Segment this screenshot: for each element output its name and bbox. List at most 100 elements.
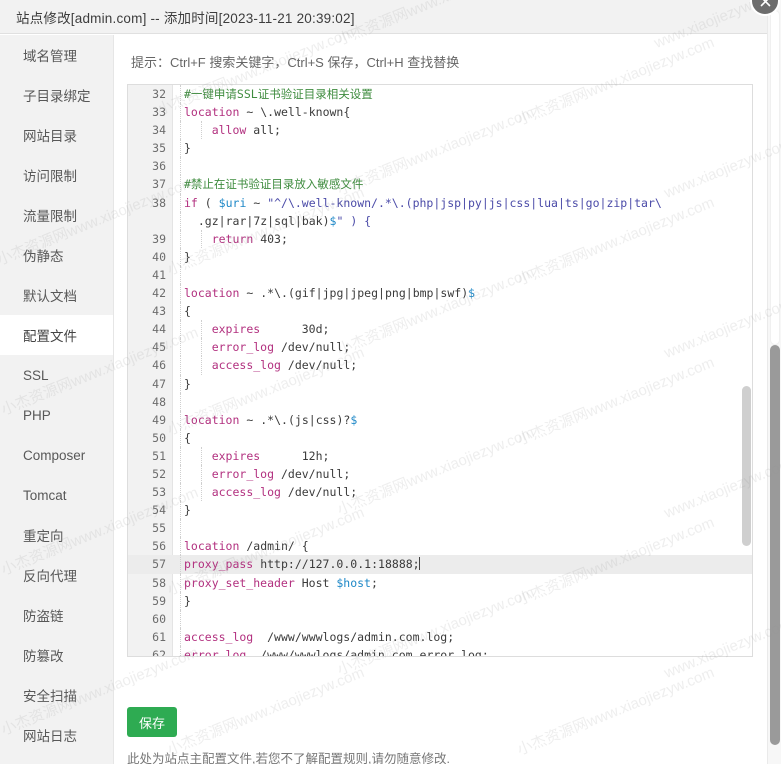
indent-guide xyxy=(180,374,181,393)
code-text: } xyxy=(184,141,191,156)
code-text: } xyxy=(184,593,191,608)
indent-guide xyxy=(180,519,181,538)
code-line[interactable]: 45 error_log /dev/null; xyxy=(128,338,752,357)
sidebar-item-anti-leech[interactable]: 防盗链 xyxy=(0,595,113,635)
sidebar-item-redirect[interactable]: 重定向 xyxy=(0,515,113,555)
indent-guide xyxy=(180,501,181,520)
code-content[interactable]: 32 #一键申请SSL证书验证目录相关设置 33 location ~ \.well-… xyxy=(128,85,752,656)
sidebar-item-rewrite[interactable]: 伪静态 xyxy=(0,235,113,275)
code-line[interactable]: 57 proxy_pass http://127.0.0.1:18888; xyxy=(128,555,752,574)
code-line[interactable]: 54} xyxy=(128,501,752,520)
indent-guide xyxy=(180,247,181,266)
code-line[interactable]: 36 xyxy=(128,157,752,176)
sidebar-item-reverse-proxy[interactable]: 反向代理 xyxy=(0,555,113,595)
indent-guide xyxy=(180,464,181,484)
sidebar-item-default-doc[interactable]: 默认文档 xyxy=(0,275,113,315)
sidebar-item-config-file[interactable]: 配置文件 xyxy=(0,315,113,355)
indent-guide xyxy=(180,609,181,628)
indent-guide xyxy=(180,121,181,140)
code-line[interactable]: 39 return 403; xyxy=(128,229,752,248)
line-number: 43 xyxy=(152,304,166,319)
code-line[interactable]: 50 { xyxy=(128,428,752,447)
sidebar-item-composer[interactable]: Composer xyxy=(0,435,113,475)
code-line[interactable]: 32 #一键申请SSL证书验证目录相关设置 xyxy=(128,85,752,104)
indent-guide xyxy=(180,356,181,375)
code-line[interactable]: 51 expires 12h; xyxy=(128,446,752,465)
sidebar-item-label: Tomcat xyxy=(23,487,67,503)
code-line[interactable]: 33 location ~ \.well-known{ xyxy=(128,103,752,122)
code-line[interactable]: 42 location ~ .*\.(gif|jpg|jpeg|png|bmp|s… xyxy=(128,284,752,303)
code-line[interactable]: 40} xyxy=(128,247,752,266)
code-line[interactable]: 47} xyxy=(128,374,752,393)
code-text: access_log /www/wwwlogs/admin.com.log; xyxy=(184,629,455,644)
code-editor[interactable]: 32 #一键申请SSL证书验证目录相关设置 33 location ~ \.well-… xyxy=(127,84,753,657)
indent-guide xyxy=(180,338,181,357)
code-line[interactable]: 46 access_log /dev/null; xyxy=(128,356,752,375)
code-line[interactable]: 48 xyxy=(128,392,752,411)
text-caret xyxy=(418,557,420,571)
code-text: #一键申请SSL证书验证目录相关设置 xyxy=(184,87,373,101)
code-text: location ~ .*\.(js|css)?$ xyxy=(184,412,358,427)
code-line[interactable]: 62 error_log /www/wwwlogs/admin.com.error… xyxy=(128,645,752,656)
page-scrollbar[interactable] xyxy=(767,0,781,764)
editor-scrollbar[interactable] xyxy=(742,86,751,656)
site-edit-dialog: 站点修改[admin.com] -- 添加时间[2023-11-21 20:39… xyxy=(0,0,781,764)
code-line[interactable]: 60 xyxy=(128,609,752,628)
code-line[interactable]: 52 error_log /dev/null; xyxy=(128,464,752,484)
line-number: 47 xyxy=(152,376,166,391)
code-line[interactable]: 49 location ~ .*\.(js|css)?$ xyxy=(128,410,752,429)
settings-sidebar: 域名管理 子目录绑定 网站目录 访问限制 流量限制 伪静态 默认文档 配置文件 … xyxy=(0,35,114,764)
indent-guide xyxy=(180,85,181,104)
line-number: 42 xyxy=(152,286,166,301)
indent-guide xyxy=(180,229,181,248)
sidebar-item-label: 安全扫描 xyxy=(23,689,77,704)
dialog-titlebar: 站点修改[admin.com] -- 添加时间[2023-11-21 20:39… xyxy=(0,0,767,34)
sidebar-item-label: 网站日志 xyxy=(23,729,77,744)
code-line[interactable]: 53 access_log /dev/null; xyxy=(128,483,752,502)
sidebar-item-site-log[interactable]: 网站日志 xyxy=(0,715,113,755)
code-line[interactable]: 44 expires 30d; xyxy=(128,320,752,339)
sidebar-item-domain[interactable]: 域名管理 xyxy=(0,35,113,75)
line-number: 56 xyxy=(152,539,166,554)
sidebar-item-security-scan[interactable]: 安全扫描 xyxy=(0,675,113,715)
code-text: expires 12h; xyxy=(211,448,330,463)
sidebar-item-label: 访问限制 xyxy=(23,169,77,184)
code-line[interactable]: 56 location /admin/ { xyxy=(128,537,752,556)
code-line[interactable]: 55 xyxy=(128,519,752,538)
sidebar-item-site-dir[interactable]: 网站目录 xyxy=(0,115,113,155)
code-text: { xyxy=(184,430,191,445)
code-line[interactable]: .gz|rar|7z|sql|bak)$" ) { xyxy=(128,211,752,230)
code-line[interactable]: 41 xyxy=(128,265,752,285)
code-line[interactable]: 58 proxy_set_header Host $host; xyxy=(128,573,752,592)
sidebar-item-access-limit[interactable]: 访问限制 xyxy=(0,155,113,195)
indent-guide xyxy=(180,555,181,574)
editor-scrollbar-thumb[interactable] xyxy=(742,386,751,546)
line-number: 60 xyxy=(152,611,166,626)
sidebar-item-anti-tamper[interactable]: 防篡改 xyxy=(0,635,113,675)
code-line[interactable]: 35} xyxy=(128,139,752,158)
code-text: error_log /dev/null; xyxy=(211,466,351,481)
page-title: 站点修改[admin.com] -- 添加时间[2023-11-21 20:39… xyxy=(16,10,355,26)
code-line[interactable]: 43 { xyxy=(128,302,752,321)
code-line[interactable]: 61 access_log /www/wwwlogs/admin.com.log; xyxy=(128,627,752,646)
line-number: 51 xyxy=(152,448,166,463)
indent-guide xyxy=(180,627,181,646)
sidebar-item-tomcat[interactable]: Tomcat xyxy=(0,475,113,515)
page-scrollbar-thumb[interactable] xyxy=(770,345,780,745)
save-button[interactable]: 保存 xyxy=(127,707,177,737)
code-line[interactable]: 34 allow all; xyxy=(128,121,752,140)
sidebar-item-ssl[interactable]: SSL xyxy=(0,355,113,395)
sidebar-item-traffic-limit[interactable]: 流量限制 xyxy=(0,195,113,235)
code-line[interactable]: 38 if ( $uri ~ "^/\.well-known/.*\.(php|j… xyxy=(128,193,752,212)
code-line[interactable]: 59} xyxy=(128,591,752,610)
indent-guide xyxy=(180,410,181,429)
code-text: error_log /dev/null; xyxy=(211,340,351,355)
sidebar-item-label: 反向代理 xyxy=(23,569,77,584)
code-line[interactable]: 37 #禁止在证书验证目录放入敏感文件 xyxy=(128,175,752,194)
sidebar-item-subdir-bind[interactable]: 子目录绑定 xyxy=(0,75,113,115)
code-text: proxy_pass http://127.0.0.1:18888; xyxy=(184,557,420,572)
line-number: 40 xyxy=(152,249,166,264)
code-text: allow all; xyxy=(211,123,281,138)
sidebar-item-php[interactable]: PHP xyxy=(0,395,113,435)
indent-guide xyxy=(180,211,181,230)
